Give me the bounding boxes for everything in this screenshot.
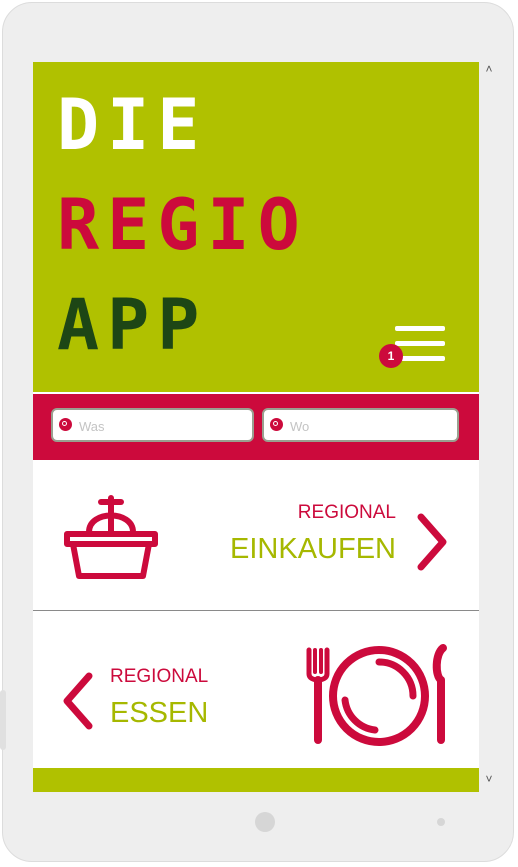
menu-bar-middle — [395, 341, 445, 346]
tile-regional-einkaufen[interactable]: REGIONAL EINKAUFEN — [33, 460, 479, 611]
essen-label-regional: REGIONAL — [110, 666, 209, 687]
search-field-was[interactable] — [51, 408, 254, 442]
app-screen: DIE REGIO APP 1 REG — [33, 62, 479, 792]
plate-fork-knife-icon — [306, 644, 447, 746]
einkaufen-label-regional: REGIONAL — [297, 502, 396, 523]
search-field-wo[interactable] — [262, 408, 459, 442]
chevron-left-icon — [63, 672, 93, 730]
menu-bar-top — [395, 326, 445, 331]
scroll-up-arrow[interactable]: ˄ — [484, 62, 494, 76]
search-input-wo[interactable] — [288, 414, 452, 438]
einkaufen-label-main: EINKAUFEN — [230, 533, 396, 565]
shopping-basket-icon — [64, 495, 158, 579]
device-sensor — [437, 818, 445, 826]
location-search-icon — [270, 418, 283, 431]
search-input-was[interactable] — [77, 414, 241, 438]
search-bar — [33, 394, 479, 460]
search-icon — [59, 418, 72, 431]
footer-band — [33, 768, 479, 792]
logo-line-die: DIE — [57, 84, 208, 166]
app-header: DIE REGIO APP 1 — [33, 62, 479, 392]
notification-badge: 1 — [379, 344, 403, 368]
device-home-button[interactable] — [255, 812, 275, 832]
essen-label-main: ESSEN — [110, 697, 209, 729]
tile-regional-essen[interactable]: REGIONAL ESSEN — [33, 612, 479, 768]
scroll-down-arrow[interactable]: ˅ — [484, 772, 494, 786]
chevron-right-icon — [417, 513, 447, 571]
hamburger-menu-button[interactable]: 1 — [379, 323, 447, 368]
device-side-button — [0, 690, 6, 750]
logo-line-regio: REGIO — [57, 184, 308, 266]
logo-line-app: APP — [57, 284, 208, 366]
